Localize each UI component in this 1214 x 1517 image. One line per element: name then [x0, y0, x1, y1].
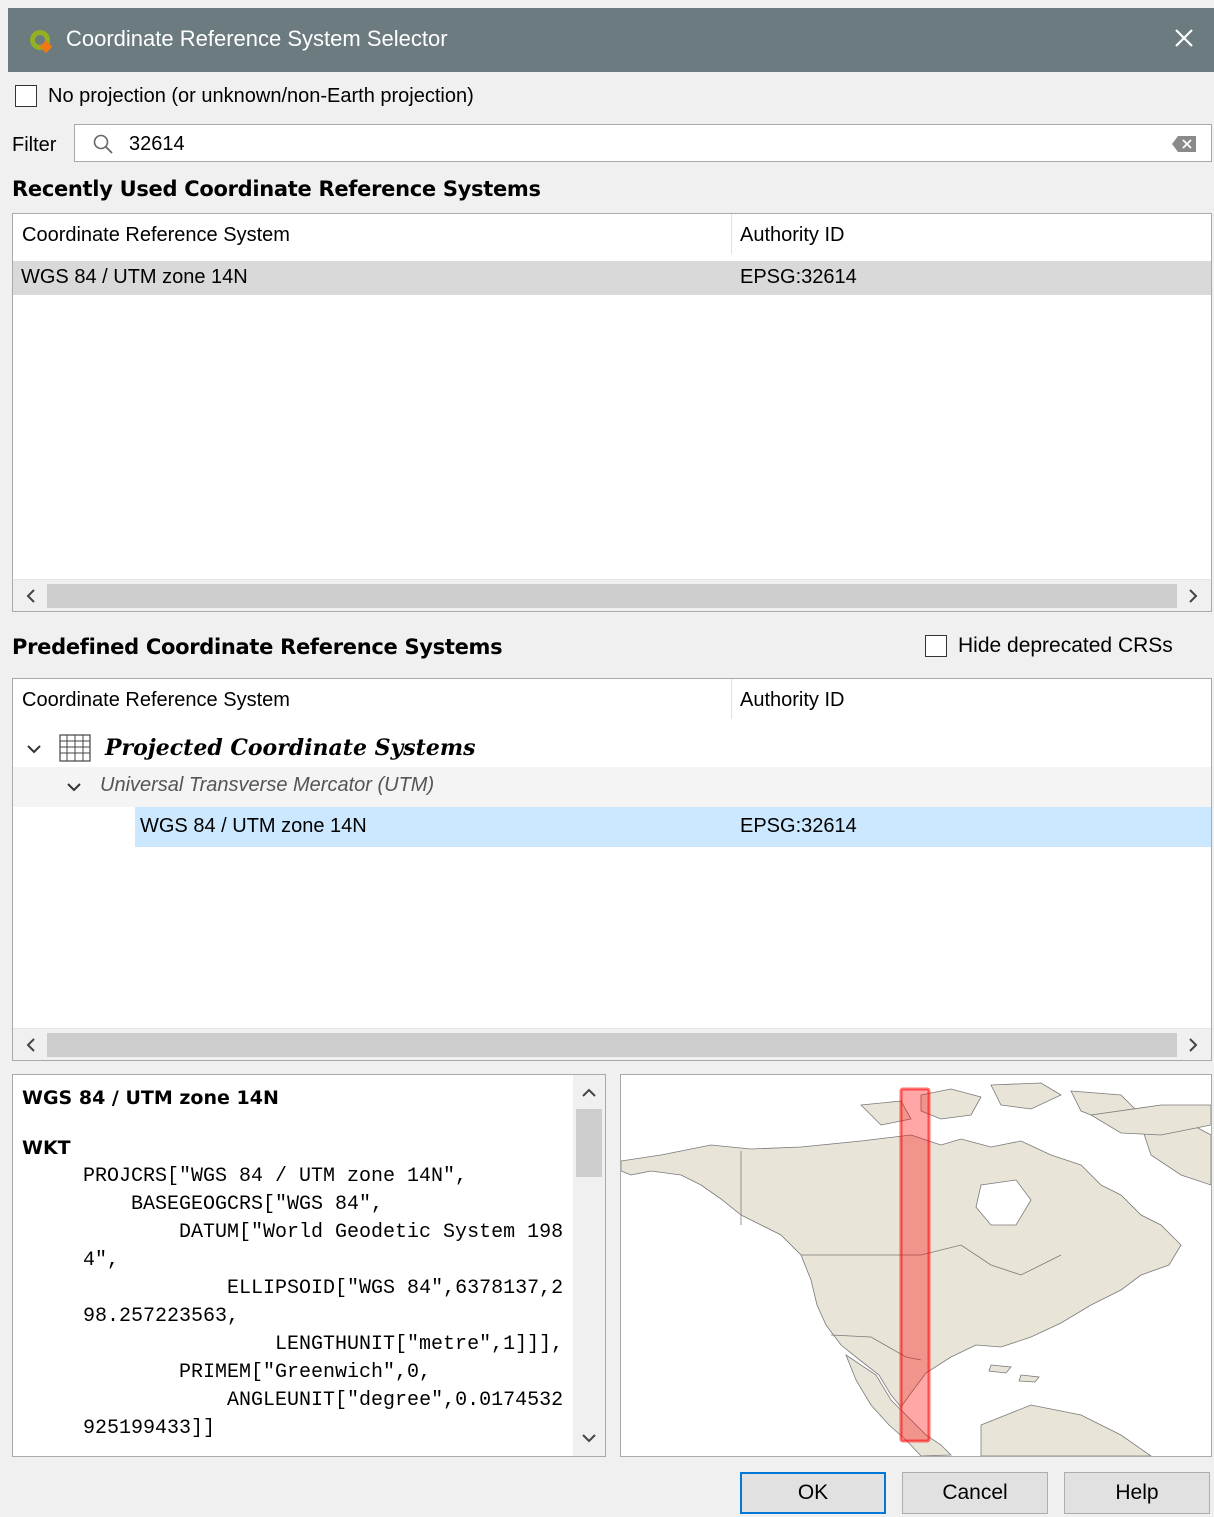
help-button[interactable]: Help	[1064, 1472, 1210, 1514]
wkt-text: PROJCRS["WGS 84 / UTM zone 14N", BASEGEO…	[83, 1165, 564, 1440]
scroll-left-icon[interactable]	[21, 586, 41, 606]
table-row[interactable]: WGS 84 / UTM zone 14N EPSG:32614	[135, 807, 1211, 847]
scrollbar-thumb[interactable]	[47, 584, 1177, 608]
recent-col-crs[interactable]: Coordinate Reference System	[22, 224, 290, 247]
predefined-crs-tree: Coordinate Reference System Authority ID…	[12, 678, 1212, 1061]
scroll-down-icon[interactable]	[579, 1428, 599, 1448]
table-row[interactable]: WGS 84 / UTM zone 14N EPSG:32614	[13, 261, 1211, 295]
predefined-section-title: Predefined Coordinate Reference Systems	[12, 635, 503, 659]
chevron-down-icon[interactable]	[25, 740, 43, 758]
scroll-right-icon[interactable]	[1183, 586, 1203, 606]
filter-input[interactable]: 32614	[74, 124, 1212, 162]
recent-col-authority[interactable]: Authority ID	[740, 224, 844, 247]
crs-details-panel[interactable]: WGS 84 / UTM zone 14N WKT PROJCRS["WGS 8…	[12, 1074, 606, 1457]
column-divider[interactable]	[731, 679, 732, 719]
no-projection-checkbox[interactable]	[15, 85, 37, 107]
selected-crs-name: WGS 84 / UTM zone 14N	[140, 815, 367, 837]
title-bar: Coordinate Reference System Selector	[8, 8, 1214, 72]
details-vertical-scrollbar[interactable]	[573, 1075, 605, 1456]
tree-group-label: Projected Coordinate Systems	[105, 735, 476, 761]
predefined-col-crs[interactable]: Coordinate Reference System	[22, 689, 290, 712]
tree-subgroup-label: Universal Transverse Mercator (UTM)	[100, 774, 435, 796]
predefined-horizontal-scrollbar[interactable]	[13, 1028, 1211, 1060]
scrollbar-thumb[interactable]	[576, 1109, 602, 1177]
search-icon	[93, 134, 113, 154]
grid-icon	[59, 734, 91, 762]
ok-button[interactable]: OK	[740, 1472, 886, 1514]
filter-label: Filter	[12, 134, 57, 156]
clear-text-icon[interactable]	[1171, 135, 1197, 153]
hide-deprecated-checkbox[interactable]	[925, 635, 947, 657]
filter-value: 32614	[129, 133, 185, 155]
recent-table-header: Coordinate Reference System Authority ID	[13, 214, 1211, 256]
recent-row-authority-id: EPSG:32614	[740, 266, 857, 288]
window-title: Coordinate Reference System Selector	[66, 26, 448, 51]
details-heading: WGS 84 / UTM zone 14N	[22, 1087, 279, 1109]
scroll-up-icon[interactable]	[579, 1083, 599, 1103]
predefined-table-header: Coordinate Reference System Authority ID	[13, 679, 1211, 721]
dialog-body: No projection (or unknown/non-Earth proj…	[8, 72, 1214, 1517]
selected-authority-id: EPSG:32614	[740, 815, 857, 837]
tree-group-row[interactable]: Projected Coordinate Systems	[13, 729, 1211, 767]
scrollbar-thumb[interactable]	[47, 1033, 1177, 1057]
wkt-label: WKT	[22, 1137, 71, 1159]
cancel-button[interactable]: Cancel	[902, 1472, 1048, 1514]
hide-deprecated-label: Hide deprecated CRSs	[958, 634, 1173, 657]
column-divider[interactable]	[731, 214, 732, 254]
scroll-right-icon[interactable]	[1183, 1035, 1203, 1055]
crs-extent-map[interactable]	[620, 1074, 1212, 1457]
predefined-col-authority[interactable]: Authority ID	[740, 689, 844, 712]
north-america-map	[621, 1082, 1211, 1456]
no-projection-label: No projection (or unknown/non-Earth proj…	[48, 85, 474, 107]
recent-row-crs-name: WGS 84 / UTM zone 14N	[21, 266, 248, 288]
chevron-down-icon[interactable]	[65, 778, 83, 796]
zone-extent-highlight	[899, 1087, 931, 1443]
recent-section-title: Recently Used Coordinate Reference Syste…	[12, 177, 541, 201]
recent-horizontal-scrollbar[interactable]	[13, 579, 1211, 611]
recent-crs-table: Coordinate Reference System Authority ID…	[12, 213, 1212, 612]
close-icon[interactable]	[1166, 20, 1202, 56]
scroll-left-icon[interactable]	[21, 1035, 41, 1055]
tree-subgroup-row[interactable]: Universal Transverse Mercator (UTM)	[13, 767, 1211, 807]
qgis-logo-icon	[30, 30, 53, 54]
